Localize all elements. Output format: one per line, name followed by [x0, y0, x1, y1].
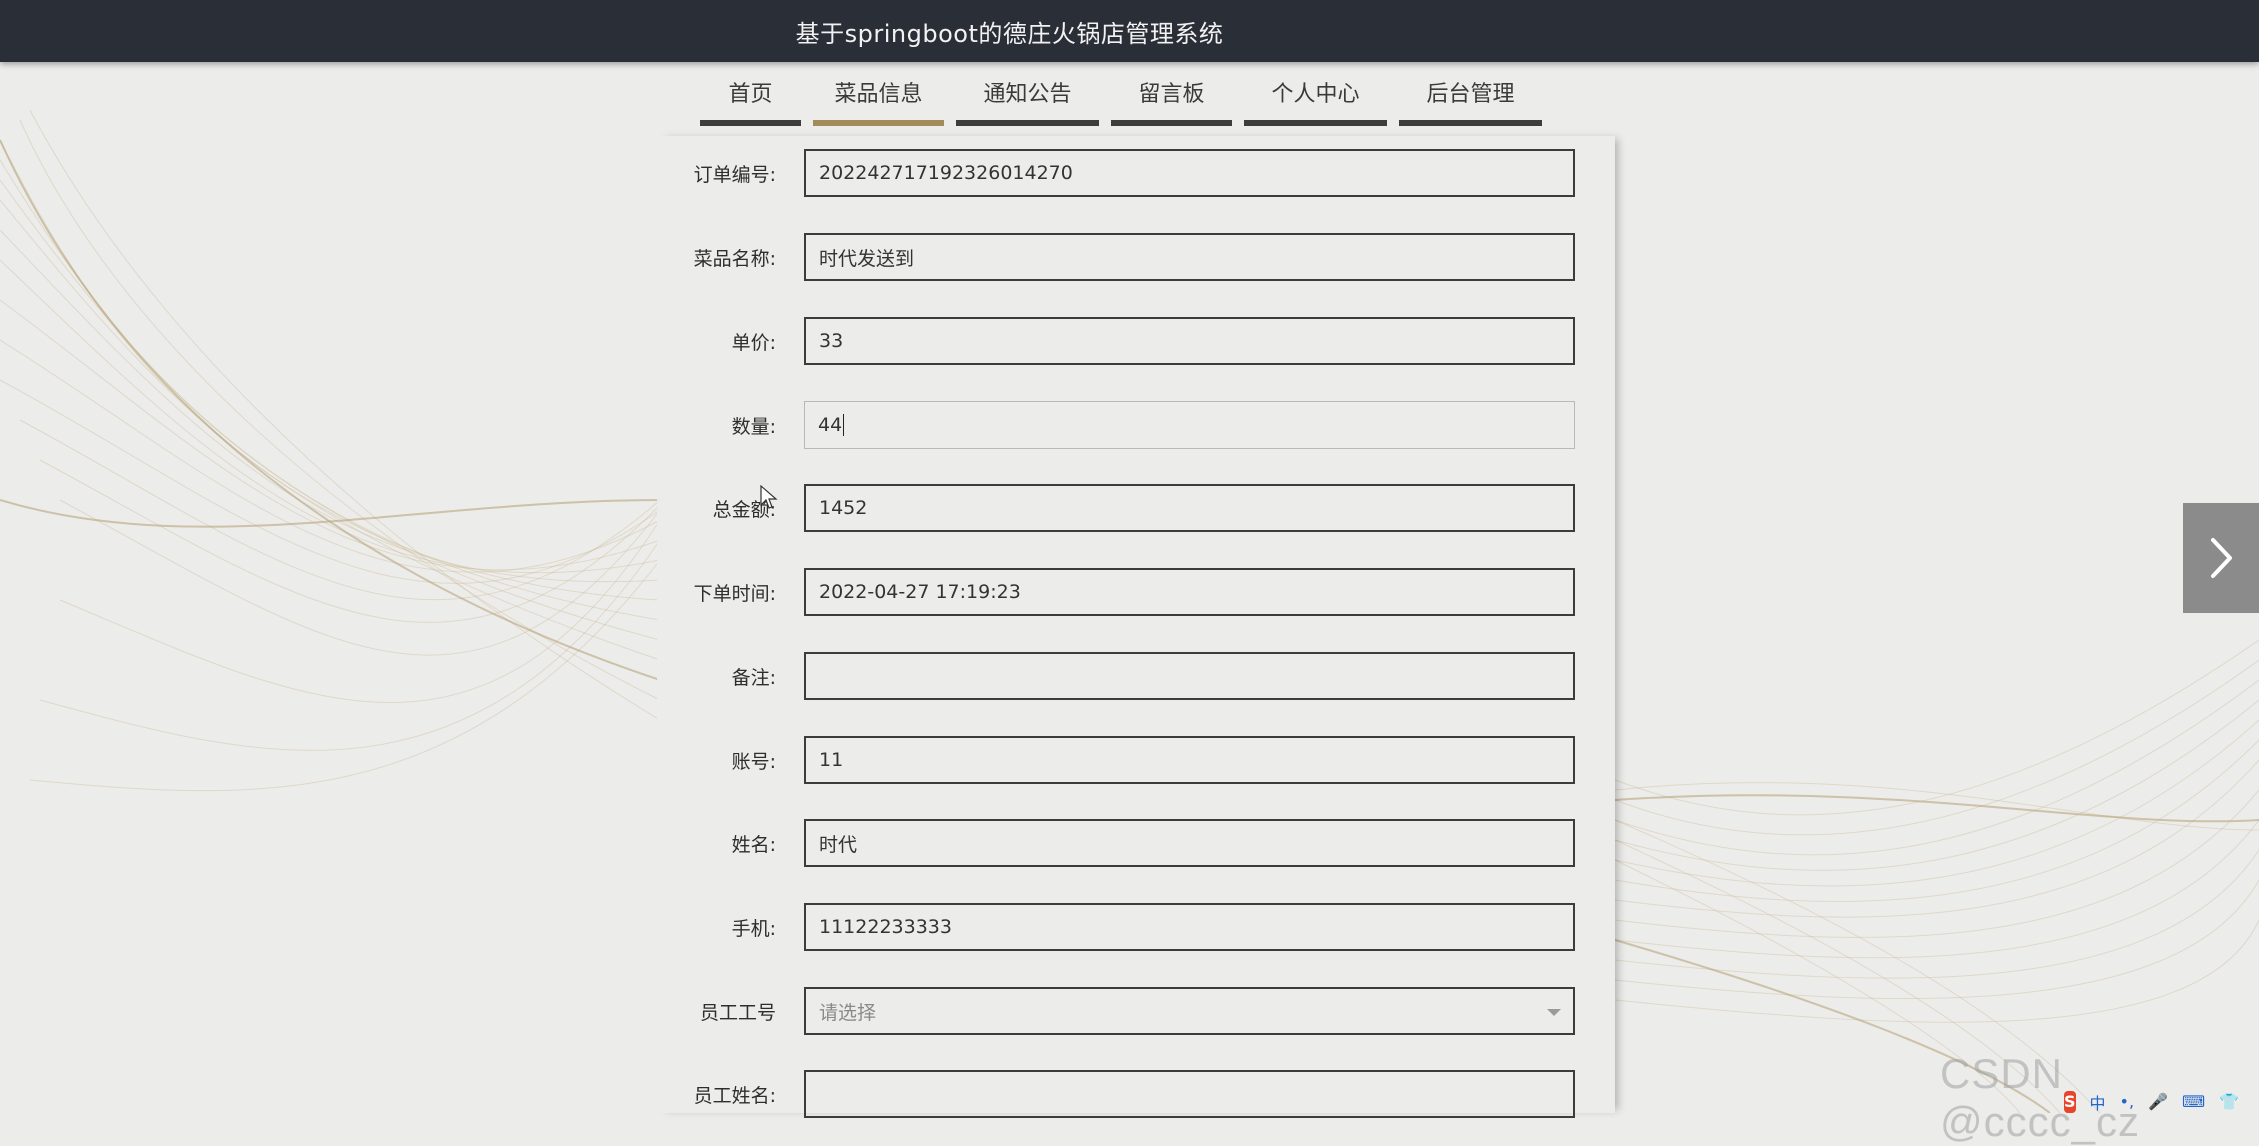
form-row-dish-name: 菜品名称: 时代发送到: [657, 233, 1615, 281]
order-time-label: 下单时间:: [693, 582, 776, 605]
name-label: 姓名:: [731, 833, 776, 856]
phone-label: 手机:: [731, 917, 776, 940]
nav-item-dish-info[interactable]: 菜品信息: [813, 64, 944, 126]
form-row-name: 姓名: 时代: [657, 819, 1615, 867]
unit-price-label: 单价:: [731, 331, 776, 354]
dish-name-label: 菜品名称:: [693, 247, 776, 270]
quantity-label: 数量:: [731, 415, 776, 438]
chevron-right-icon: [2211, 538, 2232, 578]
account-label: 账号:: [731, 750, 776, 773]
staff-no-select[interactable]: 请选择: [804, 987, 1575, 1035]
nav-item-label: 个人中心: [1271, 82, 1360, 107]
mouse-pointer-icon: [760, 485, 778, 509]
account-value: 11: [819, 749, 844, 771]
name-field[interactable]: 时代: [804, 819, 1575, 867]
remark-label: 备注:: [731, 666, 776, 689]
form-row-staff-name: 员工姓名:: [657, 1070, 1615, 1118]
order-time-value: 2022-04-27 17:19:23: [819, 581, 1021, 603]
nav-item-label: 留言板: [1138, 82, 1205, 107]
ime-toolbar: S 中 •, 🎤 ⌨ 👕 ⋮: [2060, 1090, 2259, 1113]
ime-punctuation-icon[interactable]: •,: [2120, 1092, 2135, 1111]
title-bar: 基于springboot的德庄火锅店管理系统: [0, 0, 2259, 62]
unit-price-value: 33: [819, 330, 844, 352]
staff-name-field[interactable]: [804, 1070, 1575, 1118]
account-field[interactable]: 11: [804, 736, 1575, 784]
nav-item-label: 后台管理: [1426, 82, 1515, 107]
form-row-order-no: 订单编号: 202242717192326014270: [657, 149, 1615, 197]
order-time-field[interactable]: 2022-04-27 17:19:23: [804, 568, 1575, 616]
staff-no-placeholder: 请选择: [819, 1001, 877, 1024]
quantity-field[interactable]: 44: [804, 401, 1575, 449]
ime-microphone-icon[interactable]: 🎤: [2148, 1092, 2168, 1111]
ime-keyboard-icon[interactable]: ⌨: [2182, 1092, 2205, 1111]
phone-value: 11122233333: [819, 916, 952, 938]
dish-name-field[interactable]: 时代发送到: [804, 233, 1575, 281]
form-row-quantity: 数量: 44: [657, 401, 1615, 449]
nav-item-notice[interactable]: 通知公告: [956, 64, 1099, 126]
form-row-staff-no: 员工工号 请选择: [657, 987, 1615, 1035]
dish-name-value: 时代发送到: [819, 247, 915, 270]
staff-no-label: 员工工号: [699, 1001, 776, 1024]
nav-item-admin[interactable]: 后台管理: [1399, 64, 1542, 126]
form-row-order-time: 下单时间: 2022-04-27 17:19:23: [657, 568, 1615, 616]
nav-item-home[interactable]: 首页: [700, 64, 801, 126]
ime-more-icon[interactable]: ⋮: [2253, 1092, 2259, 1111]
form-row-phone: 手机: 11122233333: [657, 903, 1615, 951]
nav-item-label: 通知公告: [983, 82, 1072, 107]
nav-item-message-board[interactable]: 留言板: [1111, 64, 1232, 126]
main-nav: 首页 菜品信息 通知公告 留言板 个人中心 后台管理: [700, 64, 1554, 128]
page-title: 基于springboot的德庄火锅店管理系统: [795, 19, 1224, 48]
order-no-field[interactable]: 202242717192326014270: [804, 149, 1575, 197]
phone-field[interactable]: 11122233333: [804, 903, 1575, 951]
form-row-unit-price: 单价: 33: [657, 317, 1615, 365]
ime-chinese-mode[interactable]: 中: [2090, 1090, 2106, 1114]
next-slide-button[interactable]: [2183, 503, 2259, 613]
remark-field[interactable]: [804, 652, 1575, 700]
form-row-remark: 备注:: [657, 652, 1615, 700]
total-field[interactable]: 1452: [804, 484, 1575, 532]
ime-skin-icon[interactable]: 👕: [2219, 1092, 2239, 1111]
ime-logo-icon[interactable]: S: [2064, 1090, 2076, 1113]
nav-item-label: 首页: [728, 82, 773, 107]
nav-item-personal-center[interactable]: 个人中心: [1244, 64, 1387, 126]
caret-down-icon: [1547, 1009, 1561, 1016]
name-value: 时代: [819, 833, 858, 856]
order-form-panel: 订单编号: 202242717192326014270 菜品名称: 时代发送到 …: [657, 136, 1615, 1118]
staff-name-label: 员工姓名:: [693, 1084, 776, 1107]
form-row-account: 账号: 11: [657, 736, 1615, 784]
nav-item-label: 菜品信息: [834, 82, 923, 107]
quantity-value: 44: [818, 414, 843, 436]
order-no-value: 202242717192326014270: [819, 162, 1073, 184]
order-no-label: 订单编号:: [693, 163, 776, 186]
form-row-total: 总金额: 1452: [657, 484, 1615, 532]
total-value: 1452: [819, 497, 868, 519]
unit-price-field[interactable]: 33: [804, 317, 1575, 365]
text-cursor: [843, 414, 845, 436]
